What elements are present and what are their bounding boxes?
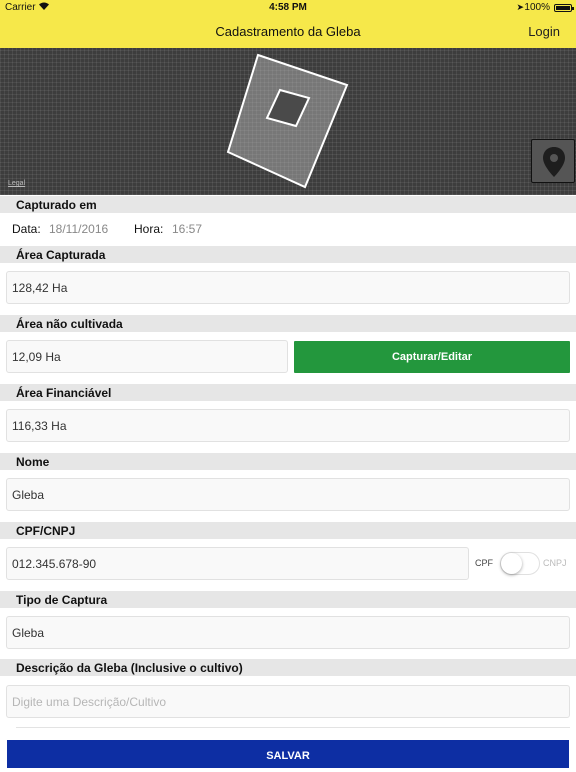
location-arrow-icon: ➤	[516, 2, 524, 12]
capture-type-header: Tipo de Captura	[0, 591, 576, 608]
time-value: 16:57	[172, 222, 203, 236]
divider	[16, 727, 570, 728]
battery-icon	[554, 4, 574, 12]
capture-edit-button[interactable]: Capturar/Editar	[294, 341, 570, 373]
area-uncultivated-field[interactable]: 12,09 Ha	[6, 340, 288, 373]
page-title: Cadastramento da Gleba	[215, 24, 361, 39]
date-label: Data:	[12, 222, 41, 236]
document-field[interactable]: 012.345.678-90	[6, 547, 469, 580]
battery-percent: 100%	[524, 2, 550, 13]
description-input[interactable]: Digite uma Descrição/Cultivo	[6, 685, 570, 718]
document-header: CPF/CNPJ	[0, 522, 576, 539]
toggle-knob	[501, 553, 522, 574]
area-financeable-field[interactable]: 116,33 Ha	[6, 409, 570, 442]
date-value: 18/11/2016	[49, 222, 109, 236]
capture-type-field[interactable]: Gleba	[6, 616, 570, 649]
cpf-toggle-label: CPF	[475, 558, 493, 568]
name-field[interactable]: Gleba	[6, 478, 570, 511]
login-button[interactable]: Login	[528, 24, 560, 39]
area-captured-header: Área Capturada	[0, 246, 576, 263]
legal-link[interactable]: Legal	[8, 180, 25, 187]
map-location-button[interactable]	[531, 139, 575, 183]
cnpj-toggle-label: CNPJ	[543, 558, 567, 568]
area-captured-field[interactable]: 128,42 Ha	[6, 271, 570, 304]
area-financeable-header: Área Financiável	[0, 384, 576, 401]
description-header: Descrição da Gleba (Inclusive o cultivo)	[0, 659, 576, 676]
navigation-bar: Cadastramento da Gleba Login	[0, 16, 576, 48]
satellite-map[interactable]: Legal	[0, 48, 576, 195]
save-button[interactable]: SALVAR	[7, 740, 569, 768]
status-bar: Carrier 4:58 PM ➤ 100%	[0, 0, 576, 16]
captured-header: Capturado em	[0, 196, 576, 213]
name-header: Nome	[0, 453, 576, 470]
field-polygon	[226, 53, 349, 189]
status-time: 4:58 PM	[269, 2, 307, 13]
cpf-cnpj-toggle[interactable]	[500, 552, 540, 575]
location-pin-icon	[543, 147, 565, 177]
time-label: Hora:	[134, 222, 164, 236]
area-uncultivated-header: Área não cultivada	[0, 315, 576, 332]
